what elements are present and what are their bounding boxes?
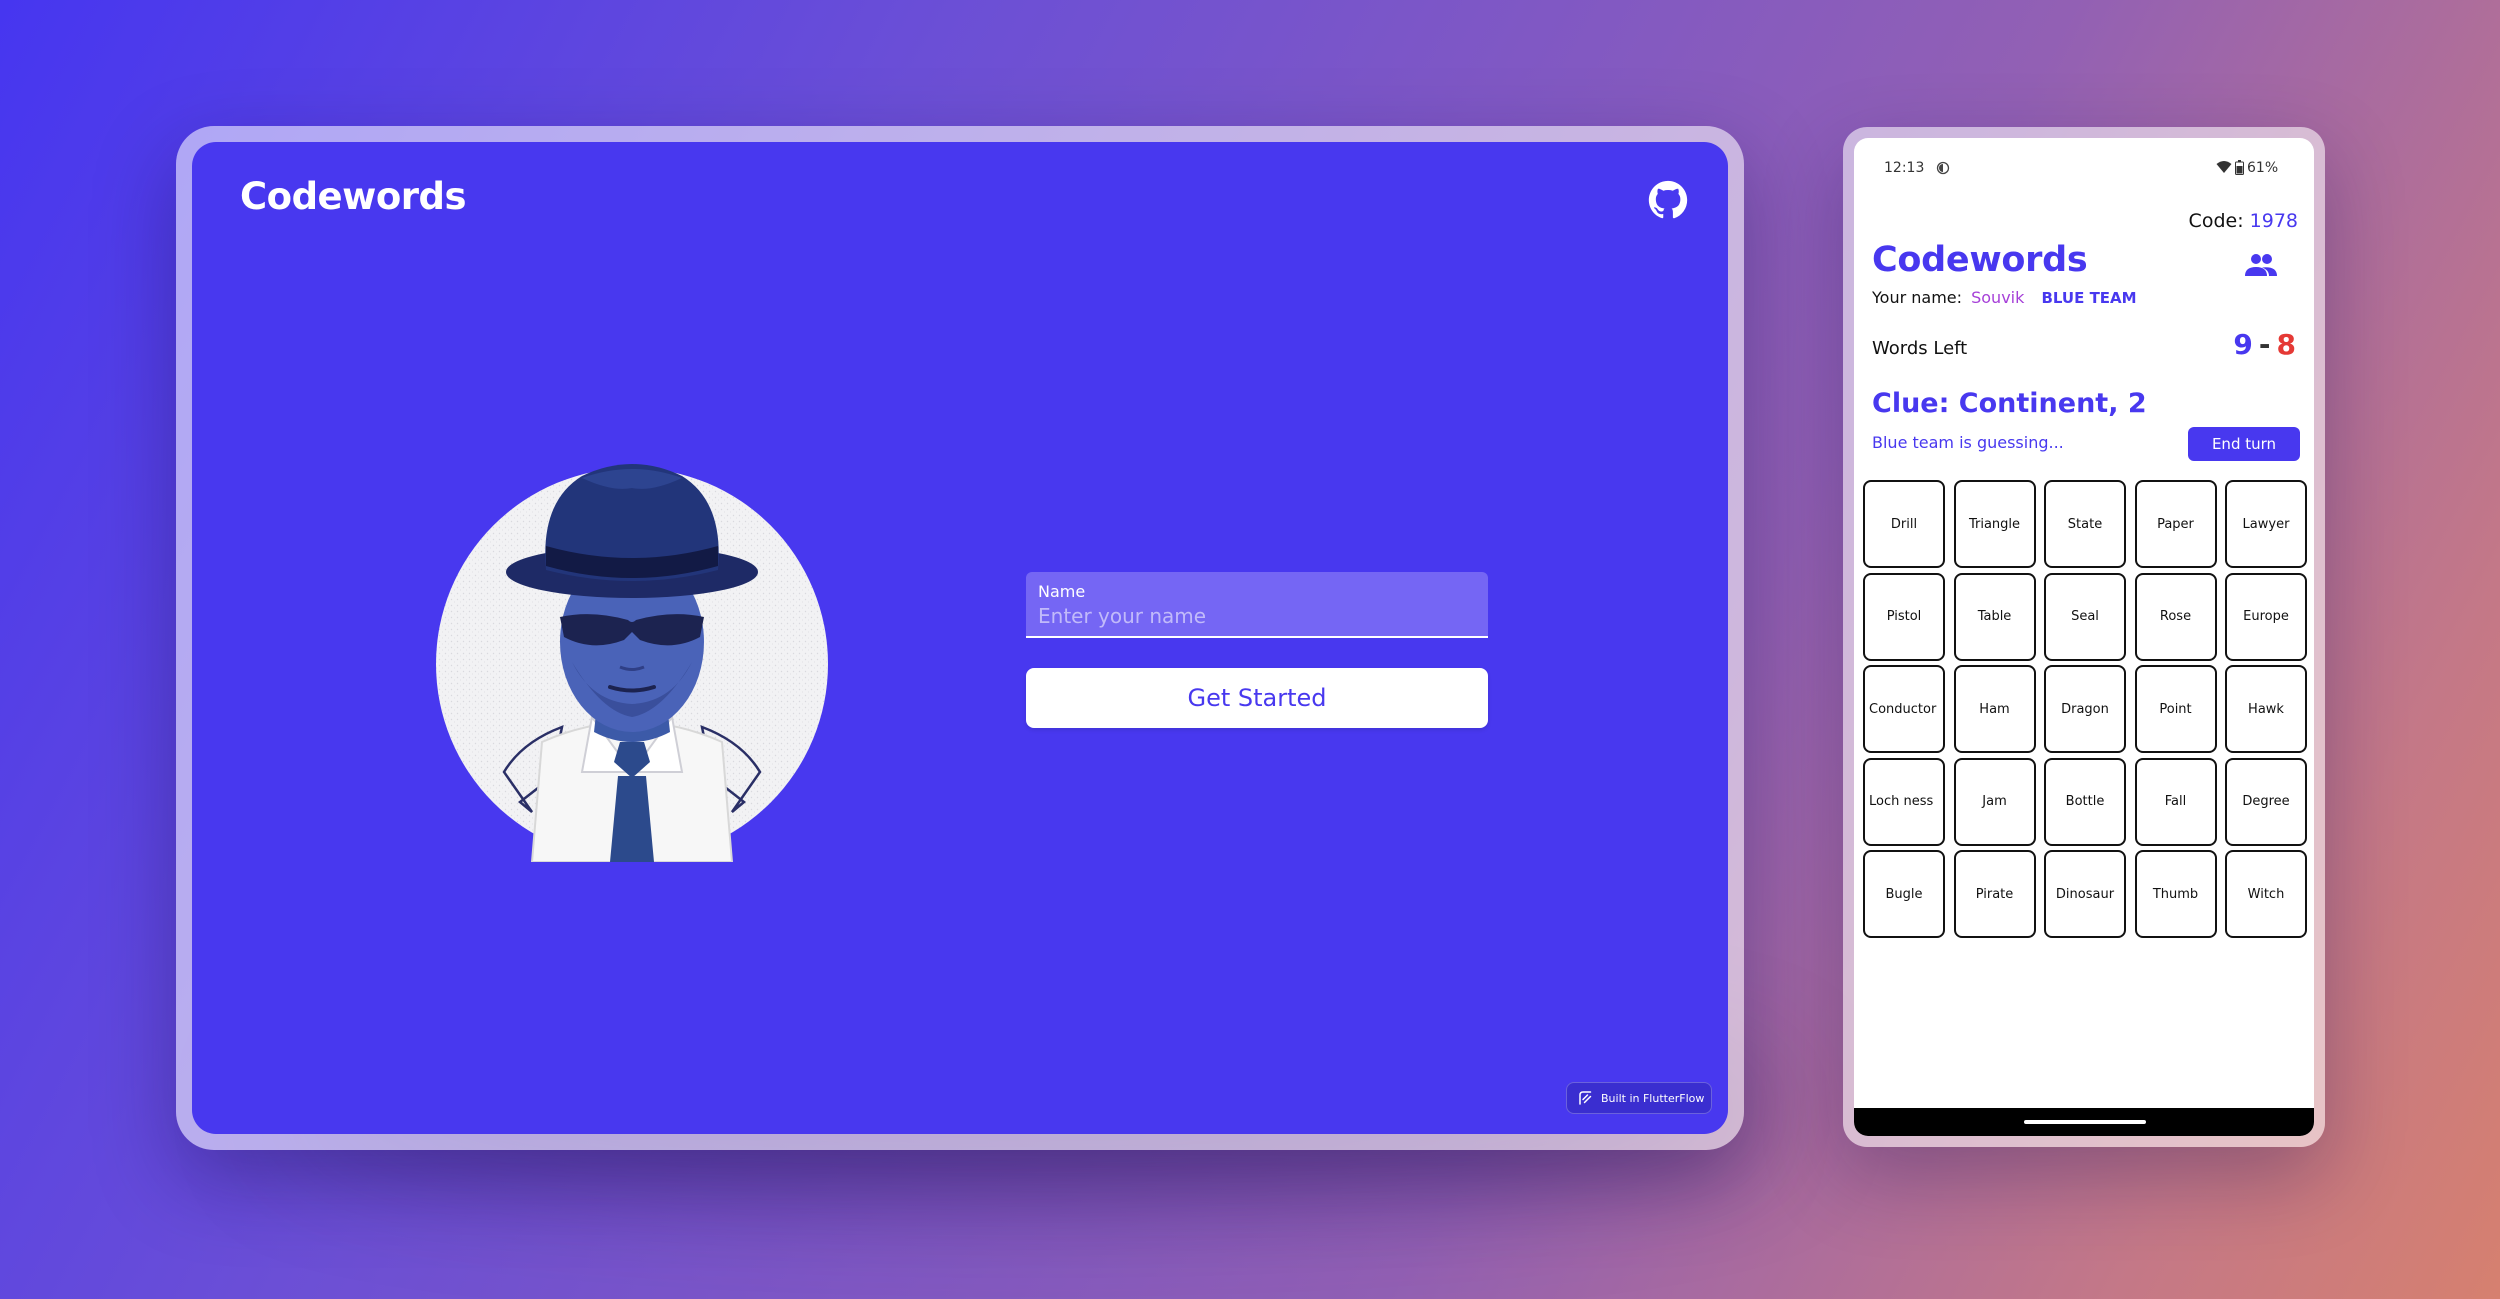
word-card[interactable]: Conductor xyxy=(1863,665,1945,753)
word-card[interactable]: Point xyxy=(2134,665,2217,753)
name-field[interactable]: Name xyxy=(1026,572,1488,638)
word-card[interactable]: Triangle xyxy=(1953,480,2036,568)
word-card[interactable]: State xyxy=(2044,480,2126,568)
spy-illustration xyxy=(436,464,828,862)
people-icon[interactable] xyxy=(2244,252,2278,278)
status-time: 12:13 xyxy=(1884,160,1925,176)
word-card[interactable]: Hawk xyxy=(2225,665,2307,753)
word-card[interactable]: Dinosaur xyxy=(2044,850,2126,938)
team-name: BLUE TEAM xyxy=(2041,289,2137,307)
word-card[interactable]: Table xyxy=(1953,572,2036,661)
wifi-icon xyxy=(2216,161,2232,173)
score-red: 8 xyxy=(2276,328,2296,361)
score: 9-8 xyxy=(2233,328,2296,361)
phone-frame: 12:13 61% Code: 1978 Codewords Your name… xyxy=(1843,127,2325,1147)
tablet-screen: Codewords Name Enter your name Get Start… xyxy=(192,142,1728,1134)
app-title: Codewords xyxy=(240,175,467,218)
github-icon[interactable] xyxy=(1648,180,1688,220)
phone-app-title: Codewords xyxy=(1872,240,2088,280)
word-card[interactable]: Paper xyxy=(2134,480,2217,568)
word-card[interactable]: Loch ness xyxy=(1863,757,1945,846)
battery-percent: 61% xyxy=(2247,160,2279,176)
word-card[interactable]: Pirate xyxy=(1953,850,2036,938)
word-card[interactable]: Thumb xyxy=(2134,850,2217,938)
word-card[interactable]: Bottle xyxy=(2044,757,2126,846)
word-card[interactable]: Degree xyxy=(2225,757,2307,846)
tablet-frame: Codewords Name Enter your name Get Start… xyxy=(176,126,1744,1150)
phone-screen: 12:13 61% Code: 1978 Codewords Your name… xyxy=(1854,138,2314,1136)
name-input[interactable] xyxy=(1038,602,1468,630)
flutterflow-icon xyxy=(1579,1091,1592,1105)
your-name-label: Your name: xyxy=(1872,288,1963,307)
end-turn-button[interactable]: End turn xyxy=(2188,427,2300,461)
flutterflow-badge-label: Built in FlutterFlow xyxy=(1601,1091,1705,1105)
get-started-button[interactable]: Get Started xyxy=(1026,668,1488,728)
player-info: Your name: Souvik BLUE TEAM xyxy=(1872,288,2137,307)
word-card[interactable]: Lawyer xyxy=(2225,480,2307,568)
word-card[interactable]: Fall xyxy=(2134,757,2217,846)
background: Codewords Name Enter your name Get Start… xyxy=(0,0,2500,1299)
battery-icon xyxy=(2235,160,2244,175)
word-card[interactable]: Europe xyxy=(2225,572,2307,661)
word-card[interactable]: Seal xyxy=(2044,572,2126,661)
do-not-disturb-icon xyxy=(1936,161,1950,175)
word-card[interactable]: Witch xyxy=(2225,850,2307,938)
score-blue: 9 xyxy=(2233,328,2253,361)
words-left-label: Words Left xyxy=(1872,338,1968,359)
clue-text: Clue: Continent, 2 xyxy=(1872,388,2147,419)
word-card[interactable]: Jam xyxy=(1953,757,2036,846)
word-card[interactable]: Ham xyxy=(1953,665,2036,753)
word-card[interactable]: Rose xyxy=(2134,572,2217,661)
player-name: Souvik xyxy=(1971,288,2025,307)
word-card[interactable]: Dragon xyxy=(2044,665,2126,753)
room-code: Code: 1978 xyxy=(2189,210,2298,232)
word-grid: Drill Triangle State Paper Lawyer Pistol… xyxy=(1863,480,2307,938)
code-label: Code: xyxy=(2188,210,2244,232)
home-gesture-pill[interactable] xyxy=(2024,1120,2146,1124)
name-label: Name xyxy=(1038,582,1086,601)
code-value: 1978 xyxy=(2249,210,2298,232)
navigation-bar xyxy=(1854,1108,2314,1136)
score-separator: - xyxy=(2258,328,2271,361)
turn-status: Blue team is guessing... xyxy=(1872,433,2064,452)
word-card[interactable]: Drill xyxy=(1863,480,1945,568)
word-card[interactable]: Pistol xyxy=(1863,572,1945,661)
word-card[interactable]: Bugle xyxy=(1863,850,1945,938)
flutterflow-badge[interactable]: Built in FlutterFlow xyxy=(1566,1082,1712,1114)
